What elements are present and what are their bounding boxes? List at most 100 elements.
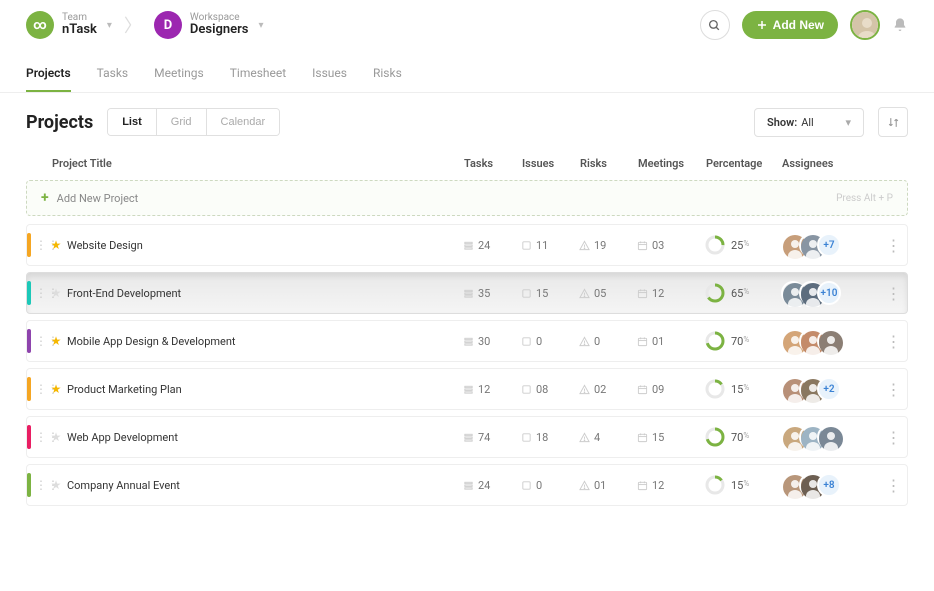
row-accent xyxy=(27,425,31,449)
drag-handle-icon[interactable]: ⋮⋮ xyxy=(35,286,49,300)
cell-tasks: 30 xyxy=(463,335,521,348)
add-project-row[interactable]: + Add New Project Press Alt + P xyxy=(26,180,908,216)
drag-handle-icon[interactable]: ⋮⋮ xyxy=(35,430,49,444)
breadcrumb-workspace[interactable]: D Workspace Designers ▾ xyxy=(154,11,264,39)
sort-icon xyxy=(887,116,900,129)
bell-icon[interactable] xyxy=(892,17,908,33)
project-row[interactable]: ⋮⋮ ★ Mobile App Design & Development 30 … xyxy=(26,320,908,362)
cell-risks: 02 xyxy=(579,383,637,396)
project-name: Product Marketing Plan xyxy=(63,383,463,396)
row-more-button[interactable]: ⋮ xyxy=(879,236,907,255)
star-icon[interactable]: ★ xyxy=(49,478,63,492)
tab-meetings[interactable]: Meetings xyxy=(154,56,204,92)
cell-tasks: 24 xyxy=(463,239,521,252)
sort-button[interactable] xyxy=(878,107,908,137)
project-name: Company Annual Event xyxy=(63,479,463,492)
tab-risks[interactable]: Risks xyxy=(373,56,402,92)
calendar-icon xyxy=(637,480,648,491)
drag-handle-icon[interactable]: ⋮⋮ xyxy=(35,238,49,252)
row-more-button[interactable]: ⋮ xyxy=(879,284,907,303)
calendar-icon xyxy=(637,288,648,299)
tasks-icon xyxy=(463,432,474,443)
issues-icon xyxy=(521,288,532,299)
row-accent xyxy=(27,329,31,353)
chevron-down-icon[interactable]: ▾ xyxy=(258,20,263,31)
tab-timesheet[interactable]: Timesheet xyxy=(230,56,286,92)
tasks-icon xyxy=(463,240,474,251)
user-avatar[interactable] xyxy=(850,10,880,40)
tab-tasks[interactable]: Tasks xyxy=(97,56,129,92)
page-title: Projects xyxy=(26,112,93,133)
add-project-hint: Press Alt + P xyxy=(836,193,893,204)
drag-handle-icon[interactable]: ⋮⋮ xyxy=(35,478,49,492)
assignee-avatar[interactable] xyxy=(817,329,841,353)
project-row[interactable]: ⋮⋮ ★ Front-End Development 35 15 05 12 6… xyxy=(26,272,908,314)
row-more-button[interactable]: ⋮ xyxy=(879,476,907,495)
tasks-icon xyxy=(463,336,474,347)
view-calendar[interactable]: Calendar xyxy=(206,109,280,135)
risks-icon xyxy=(579,240,590,251)
cell-issues: 15 xyxy=(521,287,579,300)
assignee-more[interactable]: +2 xyxy=(817,377,841,401)
col-issues: Issues xyxy=(522,157,580,170)
project-row[interactable]: ⋮⋮ ★ Product Marketing Plan 12 08 02 09 … xyxy=(26,368,908,410)
drag-handle-icon[interactable]: ⋮⋮ xyxy=(35,382,49,396)
table-header: Project Title Tasks Issues Risks Meeting… xyxy=(26,151,908,180)
cell-risks: 4 xyxy=(579,431,637,444)
add-project-label: Add New Project xyxy=(57,192,139,205)
risks-icon xyxy=(579,432,590,443)
col-meetings: Meetings xyxy=(638,157,706,170)
cell-risks: 05 xyxy=(579,287,637,300)
cell-percentage: 15% xyxy=(705,475,781,495)
col-risks: Risks xyxy=(580,157,638,170)
assignee-more[interactable]: +10 xyxy=(817,281,841,305)
project-row[interactable]: ⋮⋮ ★ Web App Development 74 18 4 15 70% … xyxy=(26,416,908,458)
search-button[interactable] xyxy=(700,10,730,40)
row-more-button[interactable]: ⋮ xyxy=(879,332,907,351)
breadcrumb-team[interactable]: ∞ Team nTask ▾ xyxy=(26,11,112,39)
view-list[interactable]: List xyxy=(108,109,156,135)
assignee-avatar[interactable] xyxy=(817,425,841,449)
chevron-down-icon[interactable]: ▾ xyxy=(107,20,112,31)
cell-meetings: 03 xyxy=(637,239,705,252)
show-filter[interactable]: Show: All ▾ xyxy=(754,108,864,137)
search-icon xyxy=(708,19,721,32)
row-more-button[interactable]: ⋮ xyxy=(879,428,907,447)
cell-percentage: 15% xyxy=(705,379,781,399)
star-icon[interactable]: ★ xyxy=(49,382,63,396)
cell-tasks: 24 xyxy=(463,479,521,492)
cell-meetings: 15 xyxy=(637,431,705,444)
star-icon[interactable]: ★ xyxy=(49,430,63,444)
cell-percentage: 65% xyxy=(705,283,781,303)
cell-meetings: 01 xyxy=(637,335,705,348)
drag-handle-icon[interactable]: ⋮⋮ xyxy=(35,334,49,348)
tab-issues[interactable]: Issues xyxy=(312,56,347,92)
project-row[interactable]: ⋮⋮ ★ Company Annual Event 24 0 01 12 15%… xyxy=(26,464,908,506)
cell-issues: 0 xyxy=(521,335,579,348)
cell-percentage: 70% xyxy=(705,331,781,351)
cell-meetings: 12 xyxy=(637,479,705,492)
project-name: Web App Development xyxy=(63,431,463,444)
col-title: Project Title xyxy=(52,157,464,170)
star-icon[interactable]: ★ xyxy=(49,238,63,252)
star-icon[interactable]: ★ xyxy=(49,334,63,348)
risks-icon xyxy=(579,288,590,299)
star-icon[interactable]: ★ xyxy=(49,286,63,300)
view-grid[interactable]: Grid xyxy=(156,109,206,135)
nav-tabs: Projects Tasks Meetings Timesheet Issues Risk… xyxy=(0,56,934,93)
assignee-more[interactable]: +7 xyxy=(817,233,841,257)
cell-assignees: +7 xyxy=(781,233,879,257)
app-header: ∞ Team nTask ▾ 〉 D Workspace Designers ▾… xyxy=(0,0,934,50)
project-name: Mobile App Design & Development xyxy=(63,335,463,348)
issues-icon xyxy=(521,480,532,491)
row-more-button[interactable]: ⋮ xyxy=(879,380,907,399)
cell-tasks: 12 xyxy=(463,383,521,396)
calendar-icon xyxy=(637,336,648,347)
projects-table: Project Title Tasks Issues Risks Meeting… xyxy=(0,151,934,506)
assignee-more[interactable]: +8 xyxy=(817,473,841,497)
project-row[interactable]: ⋮⋮ ★ Website Design 24 11 19 03 25% +7 ⋮ xyxy=(26,224,908,266)
cell-issues: 08 xyxy=(521,383,579,396)
issues-icon xyxy=(521,384,532,395)
tab-projects[interactable]: Projects xyxy=(26,56,71,92)
add-new-button[interactable]: Add New xyxy=(742,11,838,39)
